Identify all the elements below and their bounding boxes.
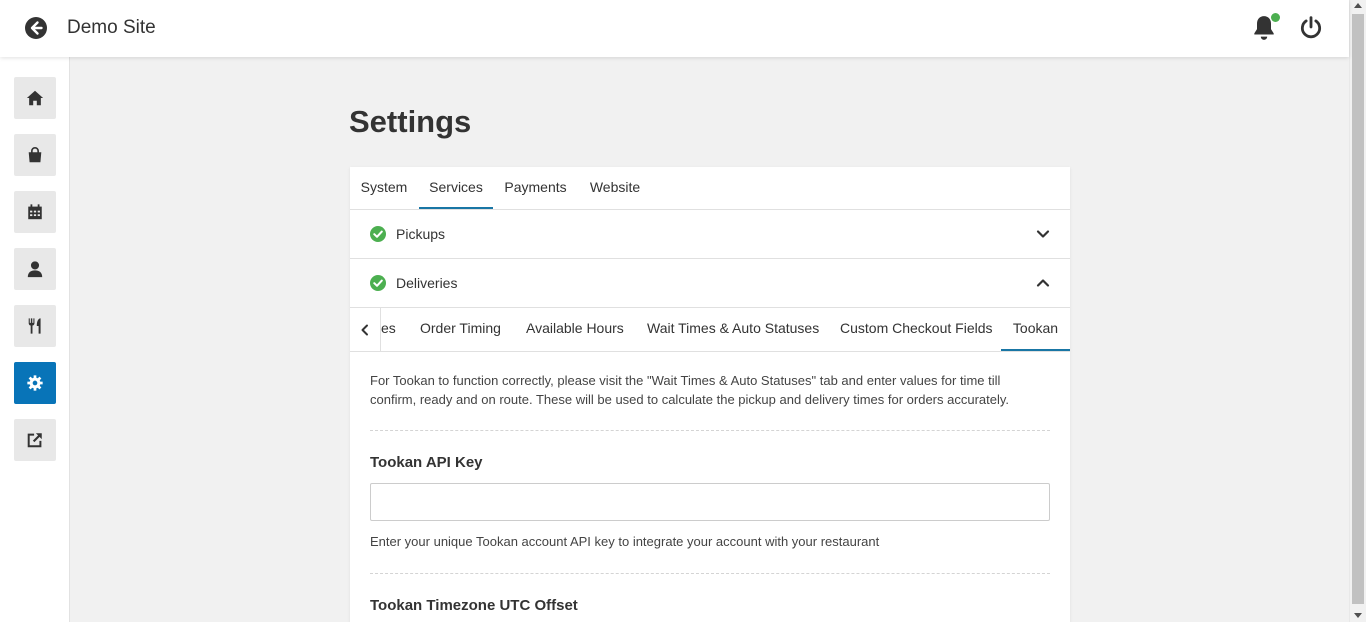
subtab-available-hours[interactable]: Available Hours [526, 308, 624, 351]
external-link-icon [27, 433, 42, 448]
sidebar-item-orders[interactable] [14, 134, 56, 176]
site-title: Demo Site [67, 17, 156, 38]
user-icon [27, 261, 43, 278]
subtab-tookan[interactable]: Tookan [1001, 308, 1070, 351]
api-key-input[interactable] [370, 483, 1050, 521]
timezone-offset-label: Tookan Timezone UTC Offset [370, 597, 578, 614]
sidebar-item-customers[interactable] [14, 248, 56, 290]
tookan-notice: For Tookan to function correctly, please… [370, 373, 1010, 407]
check-circle-icon [370, 275, 386, 291]
divider [370, 573, 1050, 574]
sidebar-item-home[interactable] [14, 77, 56, 119]
subtab-order-timing[interactable]: Order Timing [420, 308, 501, 351]
utensils-icon [28, 318, 41, 334]
divider [370, 430, 1050, 431]
scroll-up-arrow-icon[interactable] [1354, 3, 1362, 8]
accordion-label: Deliveries [396, 275, 458, 291]
settings-tabs: System Services Payments Website [350, 167, 1070, 210]
tab-system[interactable]: System [350, 167, 418, 209]
sidebar-item-bookings[interactable] [14, 191, 56, 233]
power-icon[interactable] [1298, 15, 1324, 41]
settings-card: System Services Payments Website Pickups… [350, 167, 1070, 622]
api-key-label: Tookan API Key [370, 454, 483, 471]
check-circle-icon [370, 226, 386, 242]
tab-services[interactable]: Services [419, 167, 493, 209]
sidebar-item-settings[interactable] [14, 362, 56, 404]
delivery-subtabs: es Order Timing Available Hours Wait Tim… [350, 308, 1070, 352]
chevron-down-icon[interactable] [1036, 227, 1050, 241]
accordion-pickups[interactable]: Pickups [350, 210, 1070, 259]
home-icon [26, 90, 44, 106]
scrollbar-thumb[interactable] [1352, 14, 1364, 604]
subtab-custom-checkout-fields[interactable]: Custom Checkout Fields [840, 308, 993, 351]
sidebar [0, 57, 70, 622]
top-bar: Demo Site [0, 0, 1349, 57]
calendar-icon [28, 204, 42, 220]
gear-icon [27, 375, 43, 391]
back-arrow-icon[interactable] [24, 16, 48, 40]
scroll-down-arrow-icon[interactable] [1354, 613, 1362, 618]
subtab-wait-times[interactable]: Wait Times & Auto Statuses [647, 308, 819, 351]
shopping-bag-icon [28, 147, 42, 163]
chevron-up-icon[interactable] [1036, 276, 1050, 290]
api-key-help: Enter your unique Tookan account API key… [370, 534, 880, 549]
tab-website[interactable]: Website [578, 167, 652, 209]
sidebar-item-external-link[interactable] [14, 419, 56, 461]
accordion-deliveries[interactable]: Deliveries [350, 259, 1070, 308]
tab-payments[interactable]: Payments [494, 167, 577, 209]
notification-badge [1271, 13, 1280, 22]
subtab-partial[interactable]: es [381, 308, 396, 351]
page-scrollbar[interactable] [1349, 0, 1366, 622]
chevron-left-icon [361, 324, 368, 335]
page-title: Settings [349, 104, 472, 139]
sidebar-item-menus[interactable] [14, 305, 56, 347]
subtabs-scroll-left[interactable] [350, 308, 381, 351]
accordion-label: Pickups [396, 226, 446, 242]
